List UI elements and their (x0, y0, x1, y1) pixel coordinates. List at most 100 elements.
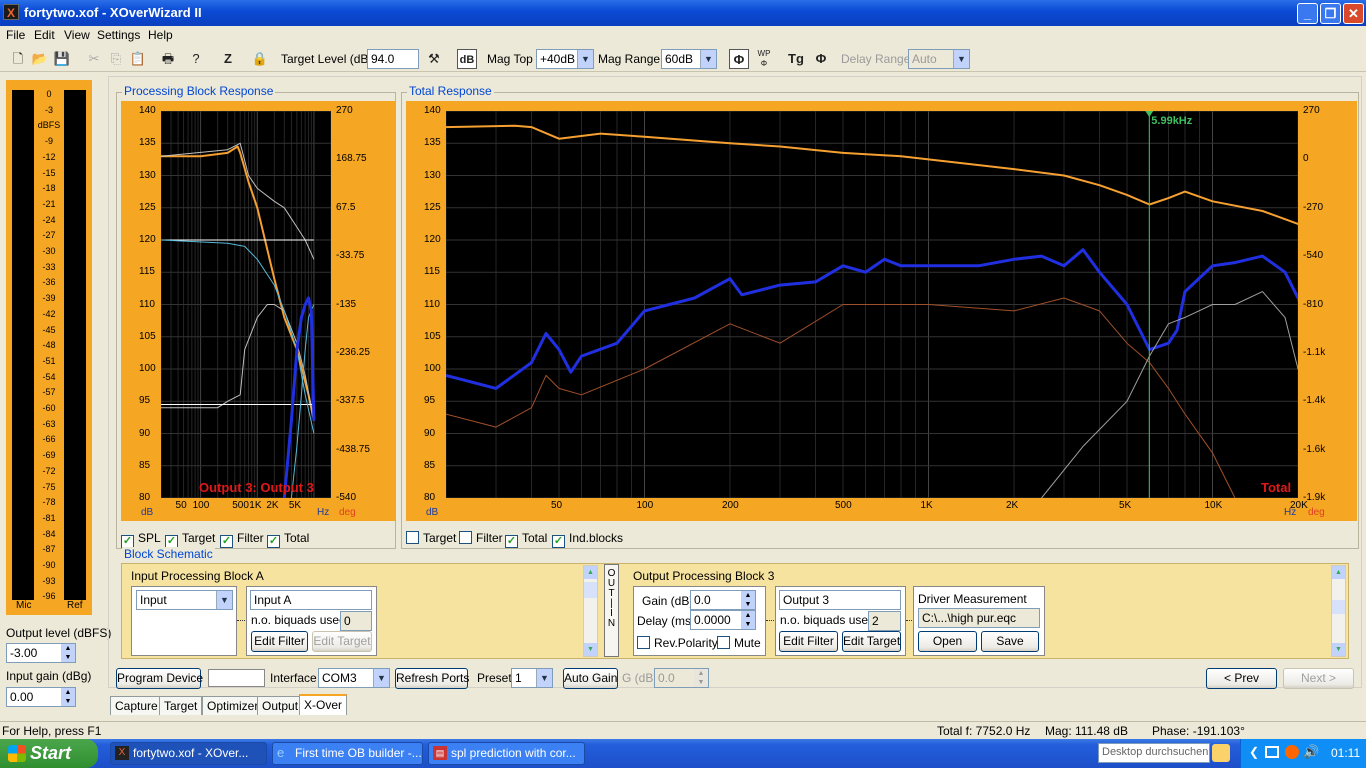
block-spl-checkbox[interactable]: ✓ SPL (121, 531, 161, 548)
tab-optimizer[interactable]: Optimizer (202, 696, 264, 715)
maximize-button[interactable]: ❐ (1320, 3, 1341, 24)
mag-top-select[interactable]: +40dB ▼ (536, 49, 594, 69)
spin-arrows-icon[interactable]: ▲ ▼ (61, 644, 75, 662)
volume-icon[interactable]: 🔊 (1303, 744, 1319, 760)
task-xoverwizard[interactable]: Xfortytwo.xof - XOver... (110, 742, 267, 765)
phase-icon[interactable]: Φ (729, 49, 749, 69)
g-db-input[interactable]: 0.0 ▲ ▼ (654, 668, 709, 688)
close-button[interactable]: ✕ (1343, 3, 1364, 24)
driver-save-button[interactable]: Save (981, 631, 1039, 652)
meter-scale-tick: -24 (42, 214, 56, 225)
scroll-thumb[interactable] (1332, 600, 1345, 614)
output-edit-filter-button[interactable]: Edit Filter (779, 631, 838, 652)
preset-select[interactable]: 1 ▼ (511, 668, 553, 688)
scroll-up-icon[interactable]: ▲ (1332, 566, 1345, 579)
delay-input[interactable]: 0.0000 ▲ ▼ (690, 610, 756, 630)
task-browser-ob-builder[interactable]: e First time OB builder -... (272, 742, 423, 765)
tray-chevron-icon[interactable]: ❮ (1249, 745, 1259, 759)
rev-polarity-checkbox[interactable]: Rev.Polarity (637, 636, 718, 650)
block-target-checkbox[interactable]: ✓ Target (165, 531, 215, 548)
minimize-button[interactable]: _ (1297, 3, 1318, 24)
new-file-icon[interactable]: 🗋 (8, 49, 28, 69)
total-target-checkbox[interactable]: Target (406, 531, 456, 545)
block-response-chart[interactable] (161, 111, 331, 498)
block-total-checkbox[interactable]: ✓ Total (267, 531, 309, 548)
tab-target[interactable]: Target (159, 696, 203, 715)
network-icon[interactable] (1265, 746, 1279, 758)
output-scrollbar[interactable]: ▲ ▼ (1331, 565, 1346, 657)
scroll-thumb[interactable] (584, 582, 597, 598)
block-filter-checkbox[interactable]: ✓ Filter (220, 531, 264, 548)
y2-tick-label: -33.75 (336, 250, 365, 262)
clock-text[interactable]: 01:11 (1331, 746, 1360, 760)
total-response-chart[interactable] (446, 111, 1298, 498)
menu-settings[interactable]: Settings (97, 28, 140, 42)
prev-button[interactable]: < Prev (1206, 668, 1277, 689)
zoom-z-icon[interactable]: Z (218, 49, 238, 69)
next-button[interactable]: Next > (1283, 668, 1354, 689)
print-icon[interactable]: 🖶 (158, 49, 178, 69)
tab-capture[interactable]: Capture (110, 696, 163, 715)
search-go-icon[interactable] (1212, 744, 1230, 762)
paste-icon[interactable]: 📋 (128, 49, 148, 69)
driver-open-button[interactable]: Open (918, 631, 977, 652)
mute-checkbox[interactable]: Mute (717, 636, 761, 650)
total-ind-blocks-checkbox[interactable]: ✓ Ind.blocks (552, 531, 623, 548)
start-button[interactable]: Start (0, 739, 98, 768)
meter-scale-tick: -12 (42, 151, 56, 162)
scroll-down-icon[interactable]: ▼ (1332, 643, 1345, 656)
target-adjust-icon[interactable]: ⚒ (424, 49, 444, 69)
copy-icon[interactable]: ⎘ (106, 49, 126, 69)
mag-range-select[interactable]: 60dB ▼ (661, 49, 717, 69)
output-block-name[interactable]: Output 3 (779, 590, 901, 610)
input-edit-target-button[interactable]: Edit Target (312, 631, 372, 652)
y-tick-label: 85 (424, 459, 436, 471)
interface-select[interactable]: COM3 ▼ (318, 668, 390, 688)
lock-icon[interactable]: 🔒 (250, 49, 270, 69)
db-toggle-button[interactable]: dB (457, 49, 477, 69)
input-gain-input[interactable]: 0.00 ▲ ▼ (6, 687, 76, 707)
auto-gain-button[interactable]: Auto Gain (563, 668, 618, 689)
tab-output[interactable]: Output (257, 696, 304, 715)
menu-edit[interactable]: Edit (34, 28, 55, 42)
gain-input[interactable]: 0.0 ▲ ▼ (690, 590, 756, 610)
task-spl-prediction[interactable]: ▤ spl prediction with cor... (428, 742, 585, 765)
input-scrollbar[interactable]: ▲ ▼ (583, 565, 598, 657)
menu-help[interactable]: Help (148, 28, 173, 42)
y2-tick-label: 270 (1303, 105, 1320, 116)
spin-arrows-icon[interactable]: ▲ ▼ (694, 669, 708, 687)
desktop-search-input[interactable]: Desktop durchsuchen (1098, 743, 1210, 763)
tab-x-over[interactable]: X-Over (299, 694, 348, 715)
input-edit-filter-button[interactable]: Edit Filter (251, 631, 308, 652)
group-delay-icon[interactable]: Tg (786, 49, 806, 69)
total-filter-checkbox[interactable]: Filter (459, 531, 503, 545)
menu-file[interactable]: File (6, 28, 25, 42)
block-plot-frame: 140 135 130 125 120 115 110 105 100 95 90 85 80 270 16… (121, 101, 396, 521)
context-help-icon[interactable]: ? (186, 49, 206, 69)
target-level-input[interactable]: 94.0 (367, 49, 419, 69)
program-device-button[interactable]: Program Device (116, 668, 203, 689)
cut-icon[interactable]: ✂ (84, 49, 104, 69)
delay-range-select[interactable]: Auto ▼ (908, 49, 970, 69)
app-icon[interactable]: X (3, 4, 19, 20)
input-block-name[interactable]: Input A (250, 590, 372, 610)
menu-view[interactable]: View (64, 28, 90, 42)
antivirus-icon[interactable] (1285, 745, 1299, 759)
system-tray: ❮ 🔊 01:11 (1240, 739, 1366, 768)
total-total-checkbox[interactable]: ✓ Total (505, 531, 547, 548)
input-source-select[interactable]: Input ▼ (136, 590, 233, 610)
save-icon[interactable]: 💾 (52, 49, 72, 69)
output-edit-target-button[interactable]: Edit Target (842, 631, 901, 652)
open-folder-icon[interactable]: 📂 (30, 49, 50, 69)
spin-arrows-icon[interactable]: ▲ ▼ (61, 688, 75, 706)
refresh-ports-button[interactable]: Refresh Ports (395, 668, 469, 689)
phase-delay-icon[interactable]: Φ (811, 49, 831, 69)
scroll-up-icon[interactable]: ▲ (584, 566, 597, 579)
output-level-input[interactable]: -3.00 ▲ ▼ (6, 643, 76, 663)
out-in-switch[interactable]: O U T | I N (604, 564, 619, 657)
spin-arrows-icon[interactable]: ▲ ▼ (741, 611, 755, 629)
y-tick-label: 120 (139, 234, 156, 245)
spin-arrows-icon[interactable]: ▲ ▼ (741, 591, 755, 609)
scroll-down-icon[interactable]: ▼ (584, 643, 597, 656)
wrapped-phase-icon[interactable]: WP Φ (754, 49, 774, 69)
